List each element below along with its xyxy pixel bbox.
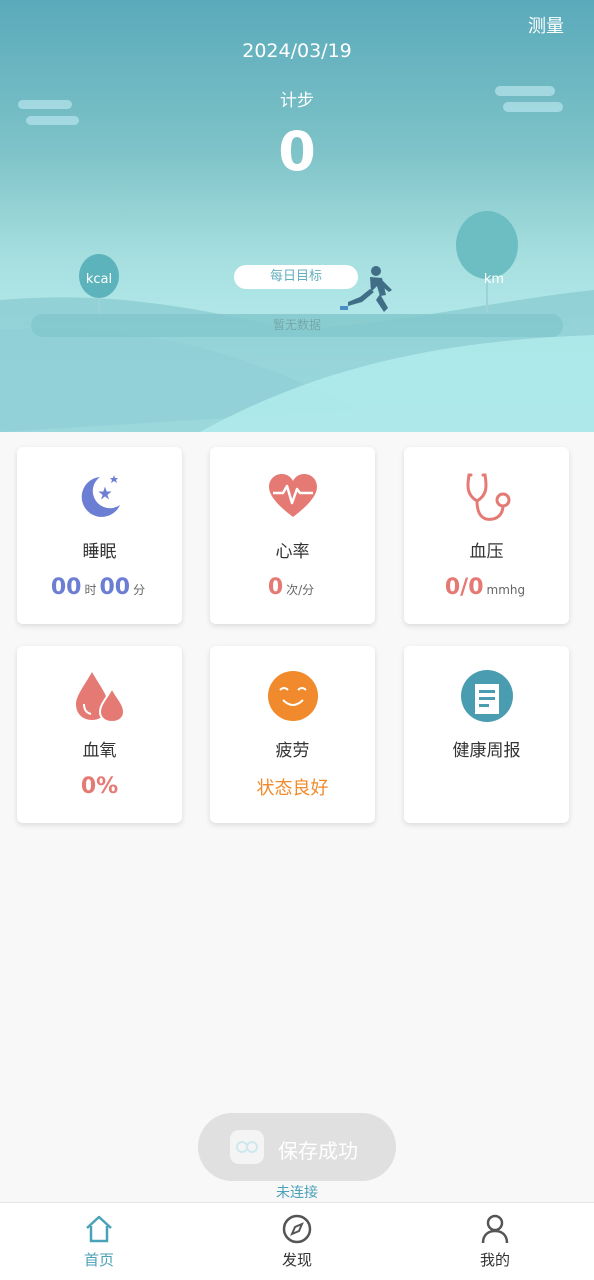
blood-pressure-card[interactable]: 血压 0/0 mmhg	[404, 447, 569, 624]
blood-pressure-unit: mmhg	[486, 583, 526, 597]
sleep-hours-unit: 时	[84, 583, 97, 597]
measure-button[interactable]: 测量	[528, 12, 564, 38]
blood-drops-icon	[76, 672, 126, 722]
nav-home-label: 首页	[83, 1251, 114, 1269]
blood-pressure-title: 血压	[469, 542, 504, 562]
save-success-toast: 保存成功	[198, 1113, 396, 1181]
fatigue-card[interactable]: 疲劳 状态良好	[210, 646, 375, 823]
user-icon	[481, 1214, 509, 1244]
heart-rate-value: 0	[267, 575, 284, 600]
heart-rate-card[interactable]: 心率 0 次/分	[210, 447, 375, 624]
fatigue-status: 状态良好	[256, 778, 329, 799]
kcal-label: kcal	[85, 272, 113, 287]
steps-progress-bar: 暂无数据	[31, 314, 563, 337]
steps-hero: 测量 2024/03/19 计步 0 kcal km 每日目标 暂无数据	[0, 0, 594, 432]
smile-face-icon	[268, 671, 318, 721]
nav-home[interactable]: 首页	[0, 1203, 198, 1280]
heart-pulse-icon	[269, 474, 317, 517]
nav-mine[interactable]: 我的	[396, 1203, 594, 1280]
km-label: km	[483, 272, 505, 287]
fatigue-title: 疲劳	[275, 741, 310, 761]
sleep-title: 睡眠	[82, 542, 117, 562]
blood-oxygen-card[interactable]: 血氧 0%	[17, 646, 182, 823]
heart-rate-title: 心率	[275, 542, 310, 562]
date-label: 2024/03/19	[242, 40, 352, 62]
landscape-illustration	[0, 86, 594, 432]
connection-status[interactable]: 未连接	[0, 1182, 594, 1202]
blood-oxygen-title: 血氧	[82, 741, 117, 761]
nav-discover-label: 发现	[281, 1251, 312, 1269]
moon-star-icon	[81, 475, 120, 517]
steps-label: 计步	[280, 91, 314, 111]
daily-goal-button[interactable]: 每日目标	[234, 265, 358, 289]
nav-mine-label: 我的	[479, 1251, 510, 1269]
bottom-nav: 首页 发现 我的	[0, 1202, 594, 1280]
stethoscope-icon	[466, 473, 511, 521]
sleep-card[interactable]: 睡眠 00 时 00 分	[17, 447, 182, 624]
weekly-report-title: 健康周报	[452, 741, 521, 761]
nav-discover[interactable]: 发现	[198, 1203, 396, 1280]
sleep-minutes: 00	[99, 575, 131, 600]
steps-value: 0	[278, 120, 316, 183]
blood-pressure-value: 0/0	[444, 575, 484, 600]
report-document-icon	[461, 670, 513, 722]
compass-icon	[282, 1214, 312, 1244]
home-icon	[86, 1215, 112, 1243]
heart-rate-unit: 次/分	[286, 583, 315, 597]
sleep-minutes-unit: 分	[133, 583, 146, 597]
weekly-report-card[interactable]: 健康周报	[404, 646, 569, 823]
sleep-hours: 00	[50, 575, 82, 600]
blood-oxygen-value: 0%	[80, 774, 119, 799]
app-logo-icon	[230, 1130, 264, 1164]
toast-text: 保存成功	[278, 1139, 358, 1163]
